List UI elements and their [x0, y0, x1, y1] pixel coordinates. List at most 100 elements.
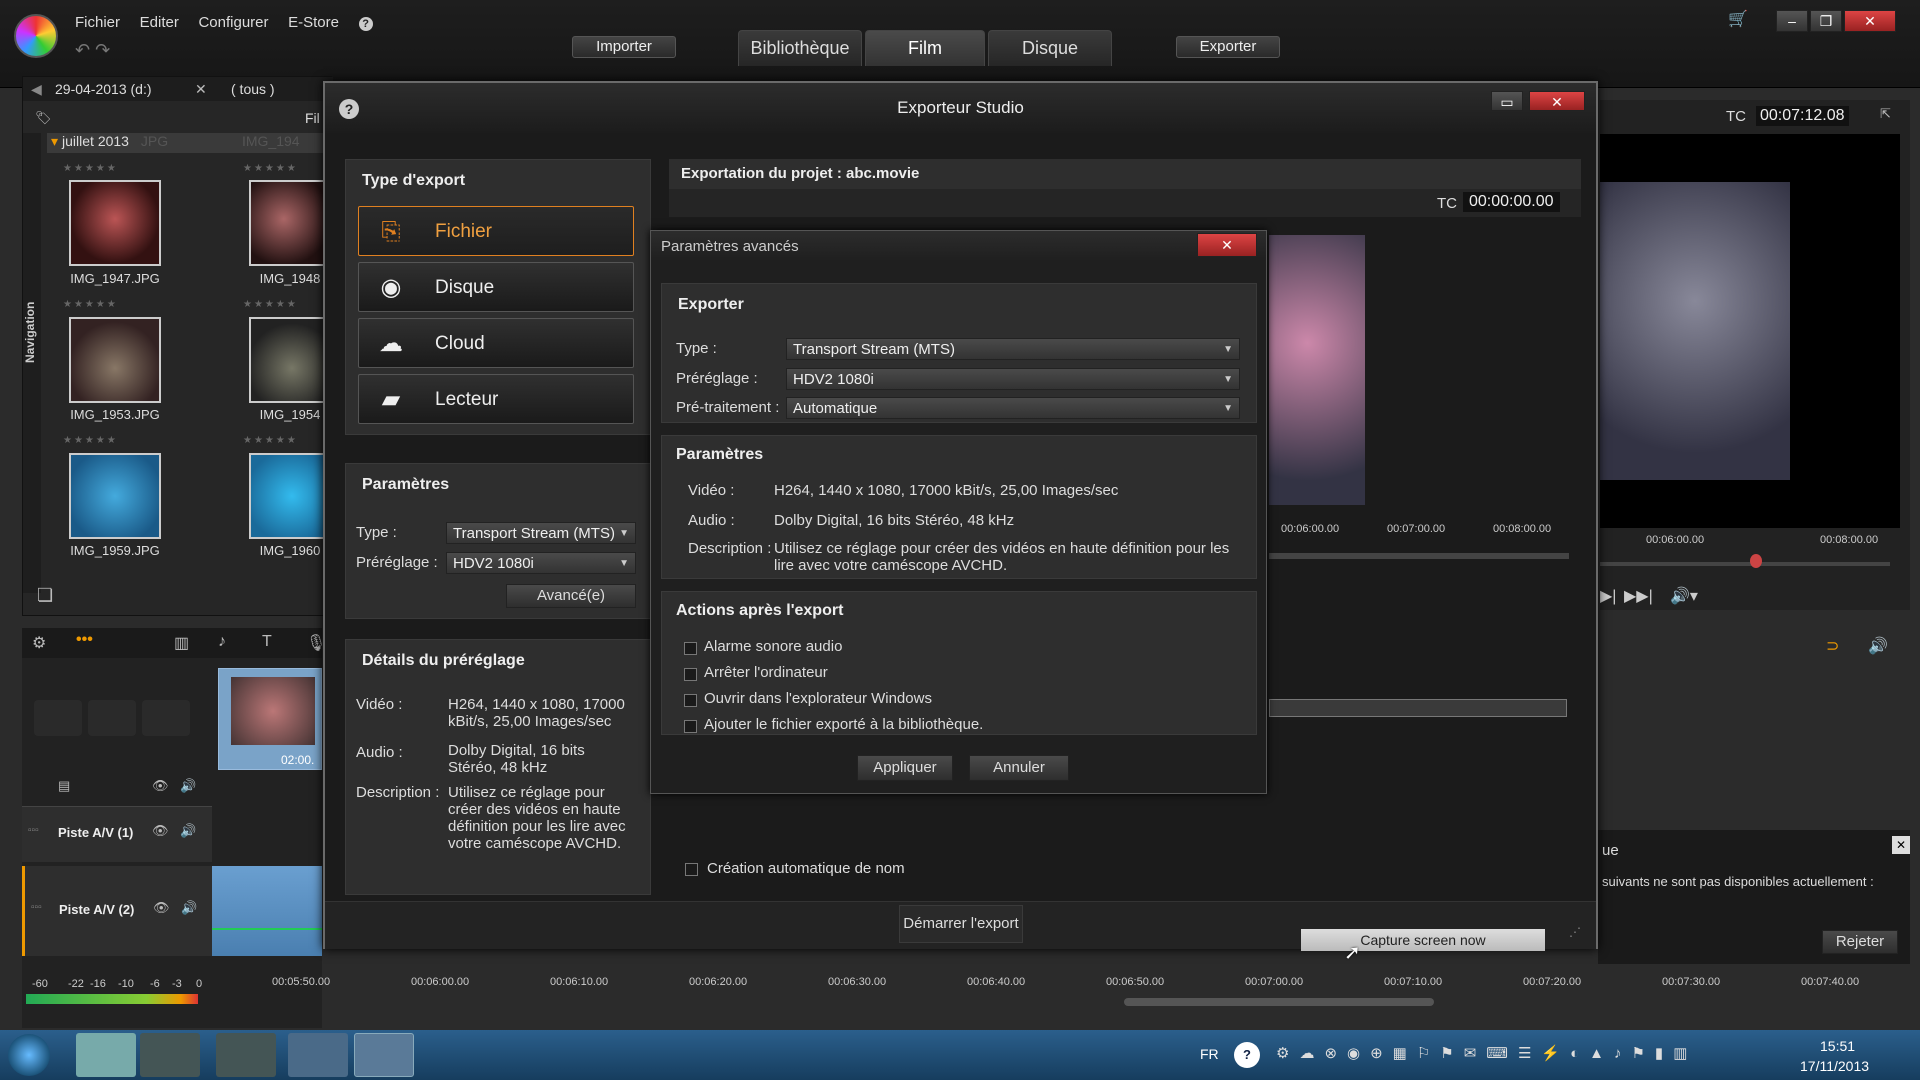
eye-icon[interactable]: 👁 [152, 778, 169, 794]
type-select[interactable]: Transport Stream (MTS) [786, 338, 1240, 361]
rating-stars[interactable]: ★★★★★ [63, 435, 118, 446]
restore-button[interactable]: ❐ [1810, 10, 1842, 32]
alarm-checkbox[interactable] [684, 642, 697, 655]
start-export-button[interactable]: Démarrer l'export [899, 905, 1023, 943]
studio-taskbar-icon[interactable] [354, 1033, 414, 1077]
rating-stars[interactable]: ★★★★★ [63, 163, 118, 174]
export-type-file[interactable]: ⎘ Fichier [358, 206, 634, 256]
audio-mixer-icon[interactable]: ▥ [174, 633, 189, 653]
track-clip[interactable] [212, 866, 322, 956]
capture-tooltip[interactable]: Capture screen now [1301, 929, 1545, 951]
help-tray-icon[interactable]: ? [1234, 1042, 1260, 1068]
clock-time[interactable]: 15:51 [1820, 1038, 1855, 1054]
export-scrubber[interactable] [1269, 553, 1569, 559]
explorer-taskbar-icon[interactable] [76, 1033, 136, 1077]
menu-estore[interactable]: E-Store [288, 14, 339, 31]
scrubber-handle[interactable] [1750, 554, 1762, 568]
empty-slot[interactable] [34, 700, 82, 736]
tab-all[interactable]: ( tous ) [231, 81, 275, 97]
advanced-button[interactable]: Avancé(e) [506, 584, 636, 608]
nav-strip[interactable]: Navigation [23, 133, 41, 593]
handle-icon[interactable]: ▫▫▫ [28, 825, 39, 836]
stack-icon[interactable]: ❏ [37, 585, 53, 606]
tag-icon[interactable]: 🏷 [35, 110, 52, 126]
photo-thumbnail[interactable] [69, 453, 161, 539]
help-icon[interactable]: ? [339, 99, 359, 119]
media-taskbar-icon[interactable] [140, 1033, 200, 1077]
tab-film[interactable]: Film [865, 30, 985, 66]
group-header[interactable]: ▾ juillet 2013 JPG IMG_194 [47, 133, 333, 153]
photo-thumbnail[interactable] [69, 180, 161, 266]
menu-fichier[interactable]: Fichier [75, 14, 120, 31]
photo-thumbnail[interactable] [69, 317, 161, 403]
export-type-disc[interactable]: ◉ Disque [358, 262, 634, 312]
eye-icon[interactable]: 👁 [153, 900, 170, 916]
more-icon[interactable]: ••• [76, 631, 93, 649]
handle-icon[interactable]: ▫▫▫ [31, 902, 42, 913]
photo-thumbnail[interactable] [249, 180, 333, 266]
rating-stars[interactable]: ★★★★★ [243, 435, 298, 446]
maximize-button[interactable]: ▭ [1491, 91, 1523, 111]
pinnacle-taskbar-icon[interactable] [216, 1033, 276, 1077]
export-button[interactable]: Exporter [1176, 36, 1280, 58]
rating-stars[interactable]: ★★★★★ [243, 299, 298, 310]
photo-thumbnail[interactable] [249, 317, 333, 403]
speaker-icon[interactable]: 🔊 [1868, 636, 1888, 656]
clock-date[interactable]: 17/11/2013 [1800, 1058, 1869, 1074]
menu-editer[interactable]: Editer [140, 14, 179, 31]
timeline-clip[interactable]: 02:00. [218, 668, 322, 770]
tab-disque[interactable]: Disque [988, 30, 1112, 66]
music-icon[interactable]: ♪ [218, 633, 226, 651]
track-header-1[interactable]: ▫▫▫ Piste A/V (1) 👁 🔊 [22, 806, 212, 862]
export-timecode[interactable]: 00:00:00.00 [1463, 192, 1560, 212]
close-dialog-button[interactable]: ✕ [1529, 91, 1585, 111]
rating-stars[interactable]: ★★★★★ [63, 299, 118, 310]
preprocessing-select[interactable]: Automatique [786, 397, 1240, 420]
chrome-taskbar-icon[interactable] [288, 1033, 348, 1077]
preset-select[interactable]: HDV2 1080i [786, 368, 1240, 391]
import-button[interactable]: Importer [572, 36, 676, 58]
next-frame-icon[interactable]: ▶| [1600, 586, 1616, 606]
preview-scrubber[interactable] [1600, 562, 1890, 566]
export-type-player[interactable]: ▰ Lecteur [358, 374, 634, 424]
tab-bibliotheque[interactable]: Bibliothèque [738, 30, 862, 66]
track-header-2[interactable]: ▫▫▫ Piste A/V (2) 👁 🔊 [22, 866, 212, 956]
add-to-library-checkbox[interactable] [684, 720, 697, 733]
app-logo[interactable] [14, 14, 58, 58]
reject-button[interactable]: Rejeter [1822, 930, 1898, 954]
settings-icon[interactable]: ⚙ [32, 633, 46, 653]
filter-label[interactable]: Fil [305, 110, 320, 126]
photo-thumbnail[interactable] [249, 453, 333, 539]
start-button[interactable] [8, 1034, 50, 1076]
resize-grip-icon[interactable]: ⋰ [1569, 925, 1581, 939]
type-select[interactable]: Transport Stream (MTS) [446, 522, 636, 545]
shutdown-checkbox[interactable] [684, 668, 697, 681]
preset-select[interactable]: HDV2 1080i [446, 552, 636, 575]
volume-icon[interactable]: 🔊▾ [1670, 586, 1698, 606]
track-icon[interactable]: ▤ [58, 778, 70, 794]
auto-name-checkbox[interactable] [685, 863, 698, 876]
close-advanced-button[interactable]: ✕ [1197, 233, 1257, 257]
empty-slot[interactable] [142, 700, 190, 736]
apply-button[interactable]: Appliquer [857, 755, 953, 781]
tab-close-icon[interactable]: ✕ [195, 81, 207, 98]
left-arrow-icon[interactable]: ◀ [31, 81, 42, 98]
eye-icon[interactable]: 👁 [152, 823, 169, 839]
cancel-button[interactable]: Annuler [969, 755, 1069, 781]
timeline-scrollbar[interactable] [1124, 998, 1434, 1006]
speaker-icon[interactable]: 🔊 [181, 900, 197, 916]
language-indicator[interactable]: FR [1200, 1046, 1219, 1062]
rating-stars[interactable]: ★★★★★ [243, 163, 298, 174]
fullscreen-icon[interactable]: ⇱ [1880, 106, 1891, 122]
system-tray-icons[interactable]: ⚙☁⊗◉⊕▦⚐⚑✉⌨☰⚡◐▲♪⚑▮▥ [1276, 1044, 1776, 1064]
magnet-icon[interactable]: ⊃ [1826, 636, 1839, 656]
timeline-ruler[interactable]: 00:05:50.00 00:06:00.00 00:06:10.00 00:0… [210, 970, 1910, 1010]
preview-screen[interactable] [1600, 134, 1900, 528]
speaker-icon[interactable]: 🔊 [180, 823, 196, 839]
preview-timecode[interactable]: 00:07:12.08 [1756, 106, 1849, 126]
cart-icon[interactable]: 🛒 [1722, 10, 1754, 32]
speaker-icon[interactable]: 🔊 [180, 778, 196, 794]
export-type-cloud[interactable]: ☁ Cloud [358, 318, 634, 368]
text-icon[interactable]: T [262, 633, 272, 651]
notice-close-icon[interactable]: ✕ [1892, 836, 1910, 854]
